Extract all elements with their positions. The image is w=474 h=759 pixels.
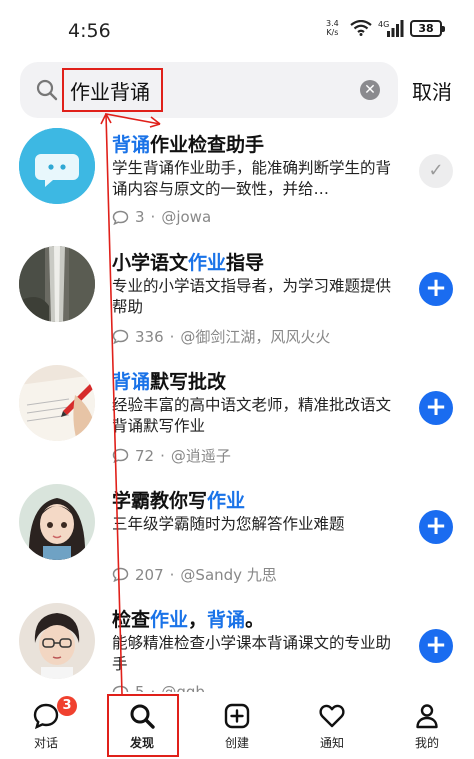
result-title: 背诵默写批改: [112, 367, 226, 394]
usage-count: 3: [135, 208, 145, 226]
battery-icon: 38: [410, 19, 445, 37]
avatar: [19, 365, 95, 441]
list-item[interactable]: 学霸教你写作业 三年级学霸随时为您解答作业难题 207 · @Sandy 九思 …: [0, 474, 474, 592]
avatar: [19, 484, 95, 560]
chat-icon: [33, 703, 59, 730]
svg-text:4G: 4G: [378, 20, 389, 29]
list-item[interactable]: 小学语文作业指导 专业的小学语文指导者，为学习难题提供帮助 336 · @御剑江…: [0, 236, 474, 354]
usage-count: 72: [135, 446, 155, 465]
list-item[interactable]: 背诵默写批改 经验丰富的高中语文老师，精准批改语文背诵默写作业 72 · @逍遥…: [0, 355, 474, 473]
status-icons: 4G 38: [350, 19, 445, 37]
comment-icon: [112, 210, 129, 225]
result-meta: 336 · @御剑江湖，风风火火: [112, 326, 330, 347]
tab-notifications[interactable]: 通知: [297, 692, 367, 759]
unread-badge: 3: [57, 696, 77, 716]
clear-icon[interactable]: ✕: [360, 80, 380, 100]
bottom-tab-bar: 3 对话 发现 创建 通知 我的: [0, 692, 474, 759]
plus-square-icon: [224, 703, 250, 729]
cancel-button[interactable]: 取消: [412, 76, 452, 105]
author[interactable]: @御剑江湖，风风火火: [180, 326, 330, 347]
title-text: 作业检查助手: [150, 134, 265, 156]
title-highlight: 背诵: [112, 371, 151, 393]
tab-label: 我的: [414, 736, 439, 750]
status-time: 4:56: [68, 20, 111, 42]
title-highlight: 背诵: [112, 134, 151, 156]
4g-signal-icon: 4G: [378, 20, 404, 37]
list-item[interactable]: 背诵作业检查助手 学生背诵作业助手，能准确判断学生的背诵内容与原文的一致性，并给…: [0, 118, 474, 236]
result-description: 经验丰富的高中语文老师，精准批改语文背诵默写作业: [112, 396, 392, 435]
net-speed-unit: K/s: [326, 28, 339, 37]
comment-icon: [112, 448, 129, 463]
author[interactable]: @逍遥子: [171, 445, 231, 466]
add-button[interactable]: +: [419, 629, 453, 663]
title-highlight: 作业: [150, 609, 189, 631]
annotation-box-discover-tab: [107, 694, 179, 757]
title-highlight: 背诵: [207, 609, 246, 631]
comment-icon: [112, 567, 129, 582]
avatar: [19, 603, 95, 679]
add-button[interactable]: +: [419, 391, 453, 425]
meta-dot: ·: [160, 446, 165, 465]
wifi-icon: [350, 20, 372, 36]
tab-profile[interactable]: 我的: [392, 692, 462, 759]
result-description: 专业的小学语文指导者，为学习难题提供帮助: [112, 277, 392, 316]
status-bar: 4:56 3.4 K/s 4G 38: [0, 0, 474, 62]
avatar: [19, 246, 95, 322]
title-text: 。: [245, 609, 265, 631]
heart-icon: [319, 704, 345, 728]
tab-create[interactable]: 创建: [202, 692, 272, 759]
result-description: 能够精准检查小学课本背诵课文的专业助手: [112, 634, 392, 673]
annotation-box-search-query: [62, 68, 163, 112]
title-highlight: 作业: [207, 490, 246, 512]
add-button[interactable]: +: [419, 272, 453, 306]
result-description: 三年级学霸随时为您解答作业难题: [112, 515, 345, 533]
title-text: ，: [188, 609, 208, 631]
usage-count: 207: [135, 565, 164, 584]
title-text: 小学语文: [112, 252, 189, 274]
title-text: 指导: [226, 252, 265, 274]
result-description: 学生背诵作业助手，能准确判断学生的背诵内容与原文的一致性，并给…: [112, 159, 392, 198]
person-icon: [416, 704, 438, 729]
result-title: 小学语文作业指导: [112, 248, 264, 275]
meta-dot: ·: [169, 565, 175, 584]
result-meta: 3 · @jowa: [112, 208, 211, 226]
title-text: 学霸教你写: [112, 490, 208, 512]
usage-count: 336: [135, 327, 164, 346]
author[interactable]: @jowa: [161, 208, 211, 226]
tab-chat[interactable]: 3 对话: [11, 692, 81, 759]
result-meta: 207 · @Sandy 九思: [112, 564, 277, 585]
title-text: 默写批改: [150, 371, 227, 393]
added-check-button[interactable]: ✓: [419, 154, 453, 188]
result-title: 背诵作业检查助手: [112, 130, 264, 157]
net-speed: 3.4 K/s: [326, 19, 339, 37]
tab-label: 通知: [319, 736, 344, 750]
result-title: 检查作业，背诵。: [112, 605, 264, 632]
result-title: 学霸教你写作业: [112, 486, 245, 513]
result-meta: 72 · @逍遥子: [112, 445, 231, 466]
search-icon: [36, 79, 58, 101]
comment-icon: [112, 329, 129, 344]
meta-dot: ·: [169, 327, 175, 346]
net-speed-value: 3.4: [326, 19, 339, 28]
add-button[interactable]: +: [419, 510, 453, 544]
avatar: [19, 128, 95, 204]
title-highlight: 作业: [188, 252, 227, 274]
author[interactable]: @Sandy 九思: [180, 564, 276, 585]
title-text: 检查: [112, 609, 151, 631]
tab-label: 创建: [224, 736, 249, 750]
meta-dot: ·: [150, 208, 156, 226]
tab-label: 对话: [33, 736, 58, 750]
